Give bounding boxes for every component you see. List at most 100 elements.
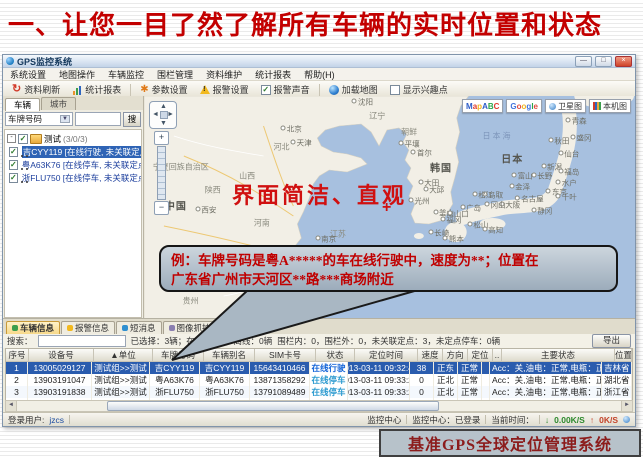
column-header[interactable]: 车辆别名 — [204, 349, 255, 361]
table-cell: 2013-03-11 09:32:48 — [348, 362, 410, 374]
column-header[interactable]: .. — [493, 349, 502, 361]
group-count: (3/0/3) — [63, 134, 88, 144]
vehicle-checkbox[interactable]: ✓ — [9, 173, 18, 183]
vehicle-search-row: 车牌号码 ▼ 搜 — [3, 110, 143, 128]
menu-system[interactable]: 系统设置 — [10, 68, 46, 81]
table-cell: Acc：关,油电：正常,电瓶：正常,未关... — [490, 374, 602, 386]
pan-up-icon[interactable]: ▲ — [160, 103, 167, 110]
search-button[interactable]: 搜 — [123, 112, 141, 127]
menu-help[interactable]: 帮助(H) — [304, 68, 335, 81]
tree-expander-icon[interactable]: - — [7, 134, 16, 143]
table-cell: 2013-03-11 09:33:25 — [348, 374, 410, 386]
app-window: GPS监控系统 — □ × 系统设置 地图操作 车辆监控 围栏管理 资料维护 统… — [2, 54, 636, 427]
scroll-left-icon[interactable]: ◄ — [6, 401, 17, 411]
tab-snapshot[interactable]: 图像抓拍 — [163, 321, 217, 334]
app-icon — [6, 57, 14, 65]
column-header[interactable]: 设备号 — [29, 349, 94, 361]
tree-group-row[interactable]: - ✓ 测试 (3/0/3) — [7, 132, 141, 145]
vehicle-checkbox[interactable]: ✓ — [9, 160, 18, 170]
vehicle-checkbox[interactable]: ✓ — [9, 147, 18, 157]
pan-right-icon[interactable]: ► — [167, 111, 174, 118]
tab-cities[interactable]: 城市 — [41, 97, 76, 110]
grid-search-input[interactable] — [38, 335, 126, 347]
stats-fence: 围栏内：0，围栏外：0，未关联定点：3，未定点停车：0辆 — [277, 335, 500, 347]
map-zoom-control: + − — [155, 131, 168, 215]
group-checkbox[interactable]: ✓ — [18, 134, 28, 144]
scroll-right-icon[interactable]: ► — [621, 401, 632, 411]
column-header[interactable]: 车牌号码 — [153, 349, 204, 361]
alarm-info-icon — [67, 325, 73, 331]
column-header[interactable]: 主要状态 — [502, 349, 615, 361]
table-cell: 浙FLU750 — [150, 386, 200, 398]
net-down-rate: 0.00K/S — [554, 415, 585, 425]
vehicle-tree: - ✓ 测试 (3/0/3) ✓ 吉CYY119 [在线行驶, 未关联定点] — [4, 129, 142, 318]
maximize-button[interactable]: □ — [595, 56, 612, 67]
map-provider-mapabc[interactable]: MapABC — [462, 99, 503, 113]
zoom-in-button[interactable]: + — [154, 131, 169, 145]
pan-down-icon[interactable]: ▼ — [160, 120, 167, 127]
menu-map[interactable]: 地图操作 — [59, 68, 95, 81]
menu-report[interactable]: 统计报表 — [255, 68, 291, 81]
plate-search-input[interactable] — [75, 112, 121, 126]
net-up-icon: ↑ — [590, 415, 594, 425]
table-cell: 湖北省 武汉市 市区 金南一路 附近 — [602, 374, 632, 386]
table-cell — [482, 374, 490, 386]
pan-center-icon[interactable] — [160, 111, 168, 119]
table-cell: 2 — [6, 374, 28, 386]
column-header[interactable]: 速度 — [418, 349, 443, 361]
column-header[interactable]: 方向 — [443, 349, 468, 361]
scrollbar-thumb[interactable] — [107, 401, 439, 411]
gear-icon: ✱ — [140, 85, 148, 94]
toolbar-separator — [319, 84, 320, 96]
local-map-button[interactable]: 本机图 — [589, 99, 631, 113]
table-cell: 正北 — [434, 386, 458, 398]
table-cell: 正常 — [458, 374, 482, 386]
tab-vehicles[interactable]: 车辆 — [5, 98, 40, 111]
minimize-button[interactable]: — — [575, 56, 592, 67]
table-row[interactable]: 313903191838测试组>>测试浙FLU750浙FLU7501379108… — [6, 386, 632, 398]
horizontal-scrollbar[interactable]: ◄ ► — [5, 400, 633, 412]
zoom-slider[interactable] — [157, 146, 166, 200]
menu-fence[interactable]: 围栏管理 — [157, 68, 193, 81]
table-row[interactable]: 213903191047测试组>>测试粤A63K76粤A63K761387135… — [6, 374, 632, 386]
globe-icon — [329, 85, 339, 95]
left-tabs: 车辆 城市 — [3, 96, 143, 110]
column-header[interactable]: 定位时间 — [355, 349, 418, 361]
table-cell: 13871358292 — [250, 374, 310, 386]
pan-left-icon[interactable]: ◄ — [152, 111, 159, 118]
tab-vehicle-info[interactable]: 车辆信息 — [6, 321, 60, 334]
tab-alarm-info[interactable]: 报警信息 — [61, 321, 115, 334]
tab-messages[interactable]: 短消息 — [116, 321, 162, 334]
tab-location[interactable]: 位置 — [218, 321, 255, 334]
menu-data[interactable]: 资料维护 — [206, 68, 242, 81]
menu-bar: 系统设置 地图操作 车辆监控 围栏管理 资料维护 统计报表 帮助(H) — [3, 68, 635, 81]
map-provider-google[interactable]: Google — [506, 99, 542, 113]
status-bar: 登录用户: jzcs 监控中心 监控中心：已登录 当前时间： ↓ 0.00K/S… — [3, 412, 635, 426]
table-cell: 测试组>>测试 — [92, 374, 150, 386]
tree-vehicle-row[interactable]: ✓ 粤A63K76 [在线停车, 未关联定点] — [7, 158, 141, 171]
close-button[interactable]: × — [615, 56, 632, 67]
column-header[interactable]: ▲单位 — [94, 349, 153, 361]
column-header[interactable]: 定位 — [468, 349, 493, 361]
column-header[interactable]: SIM卡号 — [255, 349, 316, 361]
table-cell: 正东 — [434, 362, 458, 374]
column-header[interactable]: 状态 — [316, 349, 355, 361]
menu-monitor[interactable]: 车辆监控 — [108, 68, 144, 81]
tree-vehicle-row[interactable]: ✓ 吉CYY119 [在线行驶, 未关联定点] — [7, 145, 141, 158]
refresh-icon: ↻ — [12, 85, 21, 94]
column-header[interactable]: 位置 — [615, 349, 632, 361]
login-user: jzcs — [49, 415, 64, 425]
column-header[interactable]: 序号 — [6, 349, 29, 361]
network-globe-icon — [623, 416, 630, 423]
table-row[interactable]: 113005029127测试组>>测试吉CYY119吉CYY1191564341… — [6, 362, 632, 374]
table-cell: 测试组>>测试 — [92, 362, 150, 374]
export-button[interactable]: 导出 — [592, 334, 631, 348]
checkbox-checked-icon: ✓ — [261, 85, 271, 95]
search-type-combo[interactable]: 车牌号码 ▼ — [5, 112, 73, 126]
satellite-view-button[interactable]: 卫星图 — [545, 99, 586, 113]
map-pan-control[interactable]: ▲ ▼ ◄ ► — [149, 101, 177, 129]
vehicle-panel: 车辆 城市 车牌号码 ▼ 搜 - ✓ 测试 — [3, 96, 144, 319]
table-cell: 正常 — [458, 362, 482, 374]
tree-vehicle-row[interactable]: ✓ 浙FLU750 [在线停车, 未关联定点] — [7, 171, 141, 184]
zoom-out-button[interactable]: − — [154, 201, 169, 215]
